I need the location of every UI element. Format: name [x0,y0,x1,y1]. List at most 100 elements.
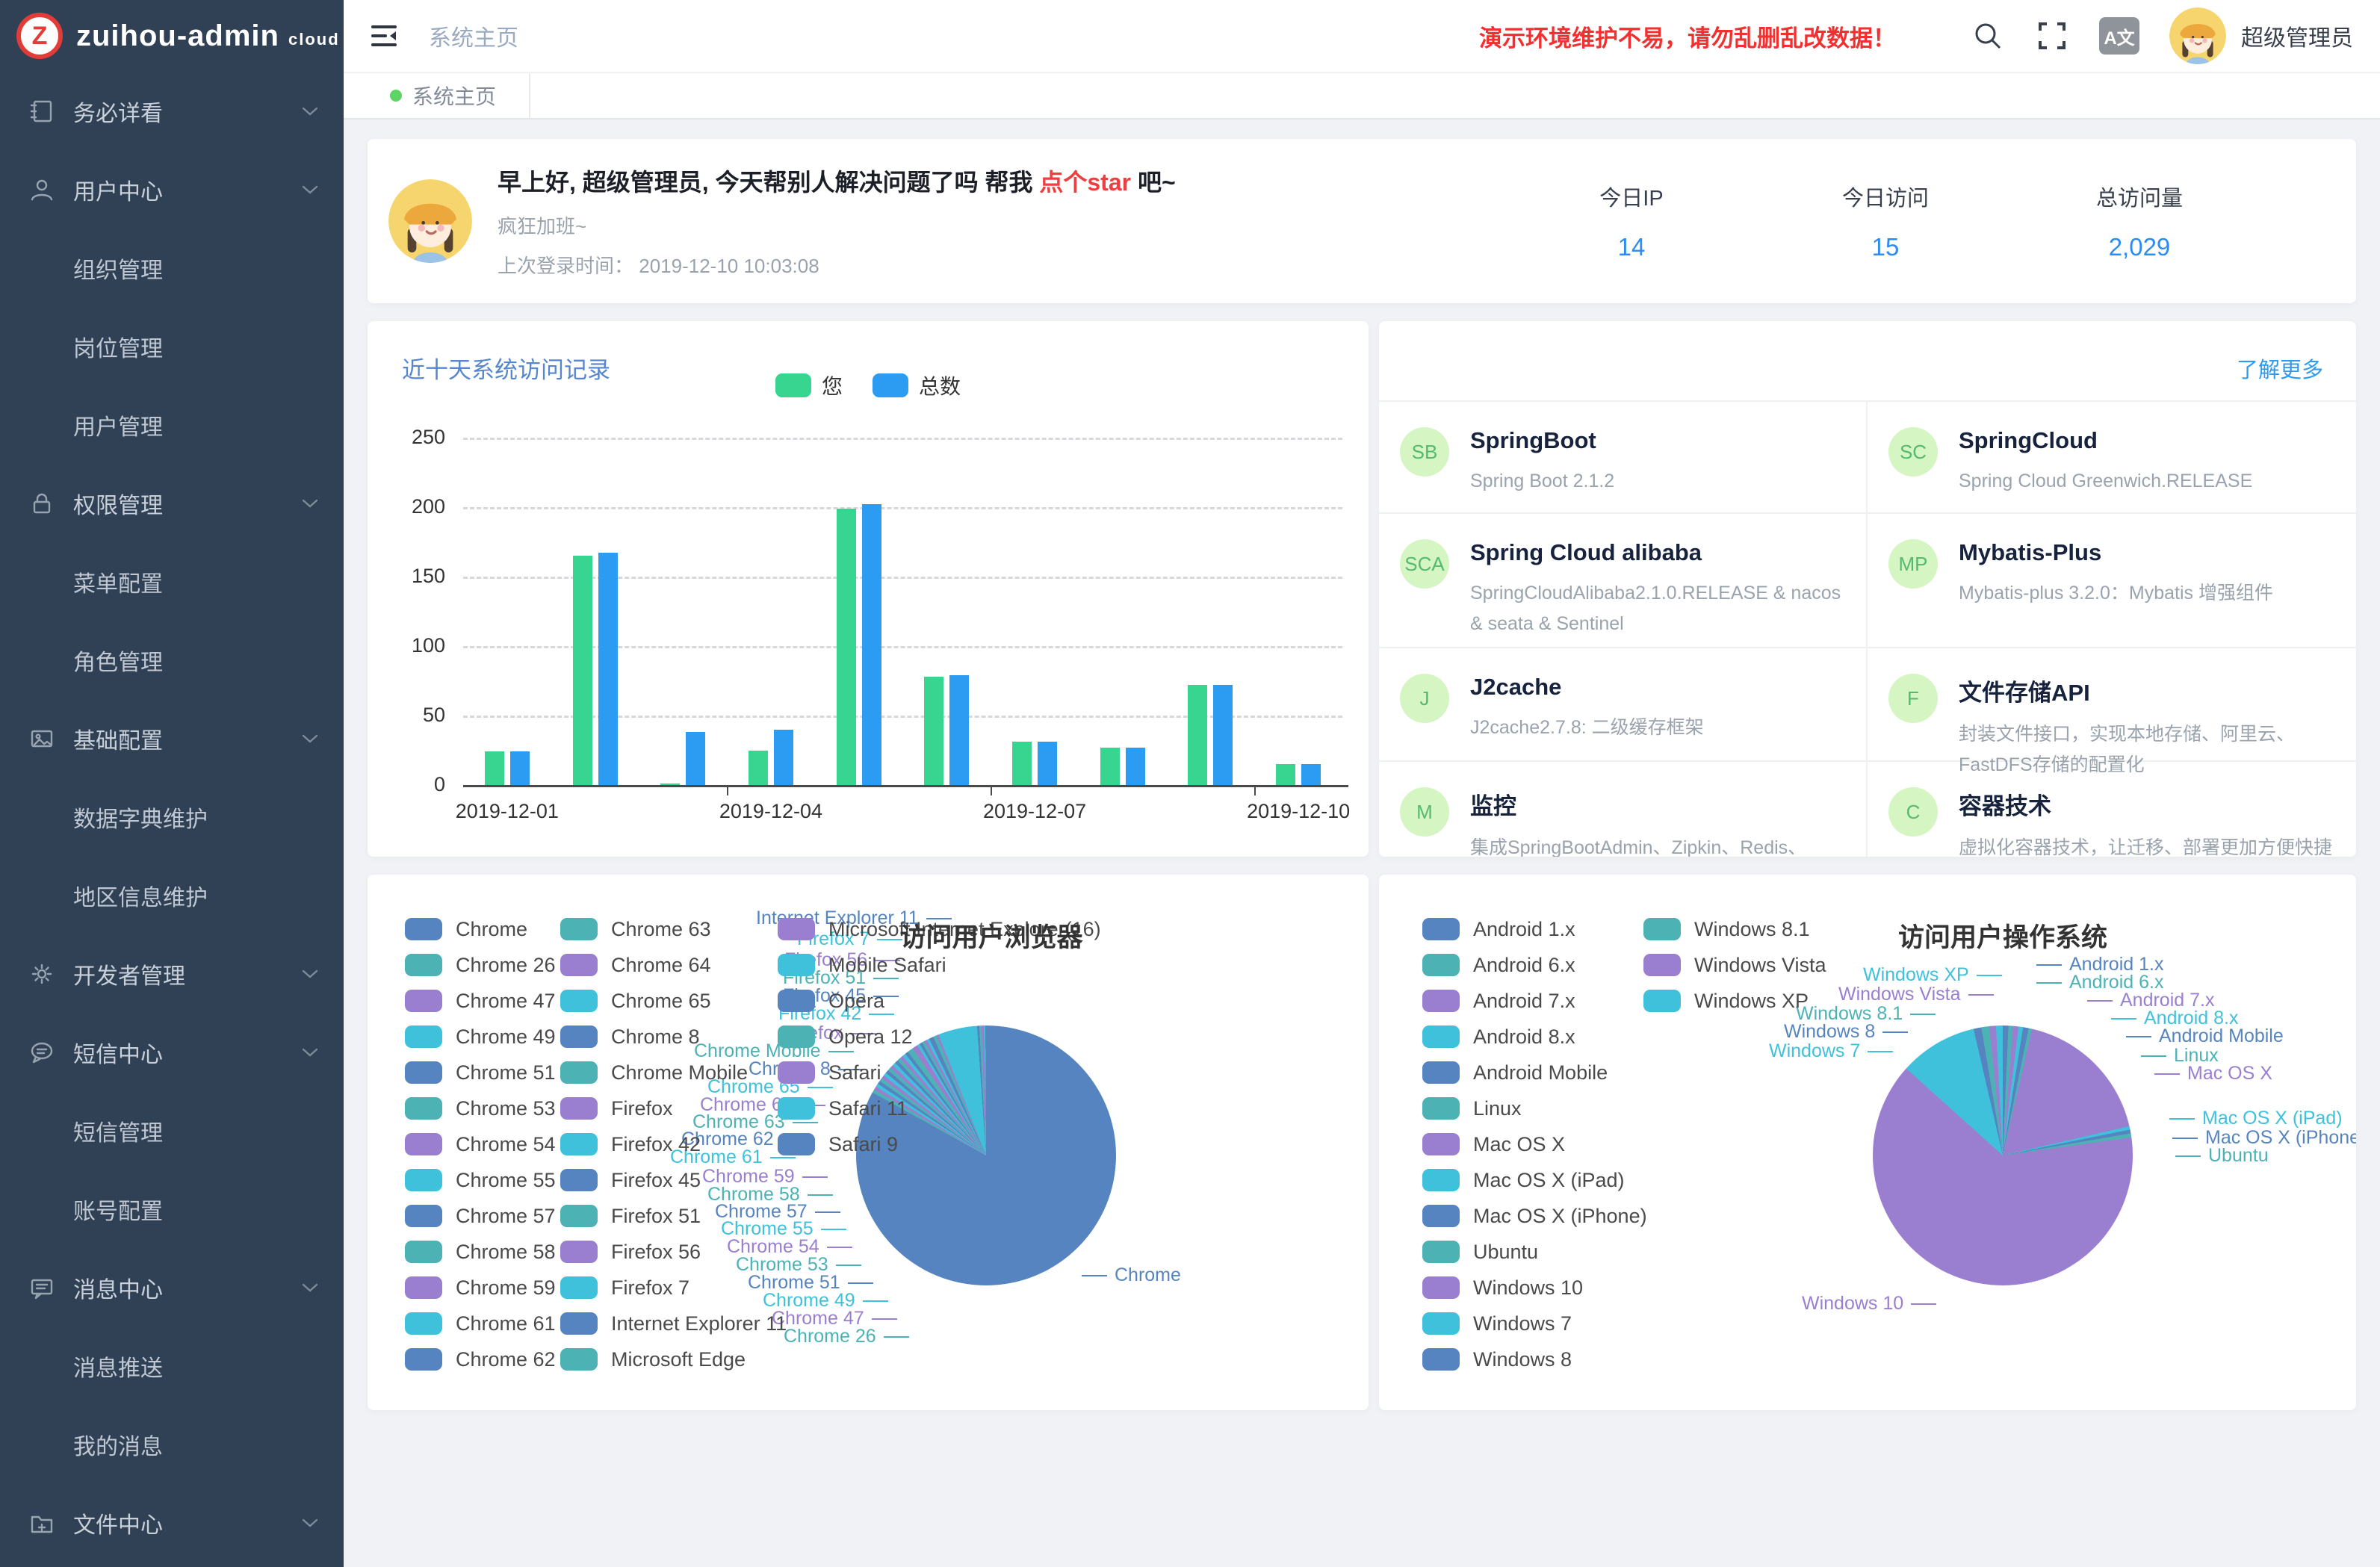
sidebar-subitem-6-0[interactable]: 消息推送 [0,1326,344,1405]
sidebar-item-7[interactable]: 文件中心 [0,1483,344,1562]
sidebar-subitem-5-0[interactable]: 短信管理 [0,1091,344,1170]
legend-item-Chrome 53[interactable]: Chrome 53 [405,1097,556,1120]
legend-item-Android 7.x[interactable]: Android 7.x [1422,990,1575,1012]
legend-item-Chrome 51[interactable]: Chrome 51 [405,1061,556,1084]
legend-item-Chrome 55[interactable]: Chrome 55 [405,1169,556,1191]
legend-item-Chrome 54[interactable]: Chrome 54 [405,1133,556,1155]
tech-card-5: F文件存储API封装文件接口，实现本地存储、阿里云、FastDFS存储的配置化 [1868,648,2356,762]
search-icon[interactable] [1971,19,2005,53]
y-axis-tick-label: 0 [378,773,445,796]
legend-item-Safari[interactable]: Safari [778,1061,881,1084]
legend-swatch [1422,918,1460,940]
legend-item-Chrome 62[interactable]: Chrome 62 [405,1348,556,1371]
legend-swatch [778,990,815,1012]
legend-item-Internet Explorer 11[interactable]: Internet Explorer 11 [560,1312,787,1335]
y-axis-tick-label: 150 [378,565,445,588]
sidebar-item-5[interactable]: 短信中心 [0,1013,344,1091]
legend-item-Mac OS X (iPad)[interactable]: Mac OS X (iPad) [1422,1169,1625,1191]
username[interactable]: 超级管理员 [2241,19,2353,52]
legend-item-Safari 9[interactable]: Safari 9 [778,1133,898,1155]
sidebar-item-2[interactable]: 权限管理 [0,464,344,542]
legend-item-Safari 11[interactable]: Safari 11 [778,1097,908,1120]
legend-item-Linux[interactable]: Linux [1422,1097,1522,1120]
bar-您-2019-12-07 [1012,742,1032,785]
legend-item-Chrome Mobile[interactable]: Chrome Mobile [560,1061,748,1084]
legend-item-Chrome 59[interactable]: Chrome 59 [405,1276,556,1299]
legend-item-Chrome[interactable]: Chrome [405,918,527,940]
legend-item-Chrome 57[interactable]: Chrome 57 [405,1205,556,1227]
legend-item-Firefox 51[interactable]: Firefox 51 [560,1205,701,1227]
last-login: 上次登录时间： 2019-12-10 10:03:08 [498,251,1176,279]
legend-item-Ubuntu[interactable]: Ubuntu [1422,1241,1538,1263]
legend-item-Android 1.x[interactable]: Android 1.x [1422,918,1575,940]
legend-item-Chrome 47[interactable]: Chrome 47 [405,990,556,1012]
x-axis-tick-label: 2019-12-10 [1216,800,1369,823]
sidebar-subitem-1-0[interactable]: 组织管理 [0,229,344,307]
fullscreen-icon[interactable] [2035,19,2069,53]
sidebar-subitem-6-1[interactable]: 我的消息 [0,1405,344,1483]
sidebar-item-6[interactable]: 消息中心 [0,1248,344,1326]
legend-item-Firefox[interactable]: Firefox [560,1097,673,1120]
legend-swatch [405,990,442,1012]
legend-item-Windows 8.1[interactable]: Windows 8.1 [1643,918,1810,940]
legend-item-Opera[interactable]: Opera [778,990,884,1012]
legend-item-Firefox 45[interactable]: Firefox 45 [560,1169,701,1191]
sidebar-item-3[interactable]: 基础配置 [0,699,344,778]
legend-item-Android 8.x[interactable]: Android 8.x [1422,1025,1575,1048]
legend-item-Chrome 63[interactable]: Chrome 63 [560,918,711,940]
legend-swatch [405,1169,442,1191]
legend-swatch [560,1241,598,1263]
legend-item-Opera 12[interactable]: Opera 12 [778,1025,913,1048]
legend-item-Chrome 64[interactable]: Chrome 64 [560,954,711,976]
chevron-down-icon [302,106,318,117]
sidebar-subitem-3-0[interactable]: 数据字典维护 [0,778,344,856]
legend-item-Mac OS X (iPhone)[interactable]: Mac OS X (iPhone) [1422,1205,1647,1227]
tech-title: Mybatis-Plus [1959,539,2273,566]
legend-item-Chrome 49[interactable]: Chrome 49 [405,1025,556,1048]
sidebar-item-1[interactable]: 用户中心 [0,150,344,229]
avatar[interactable] [2169,7,2226,64]
tech-grid: SBSpringBootSpring Boot 2.1.2SCSpringClo… [1379,400,2356,857]
legend-item-Android 6.x[interactable]: Android 6.x [1422,954,1575,976]
legend-item-Chrome 8[interactable]: Chrome 8 [560,1025,700,1048]
legend-label: Mac OS X (iPad) [1473,1169,1625,1192]
sidebar-subitem-1-2[interactable]: 用户管理 [0,385,344,464]
legend-item-Microsoft Edge[interactable]: Microsoft Edge [560,1348,746,1371]
legend-item-Windows Vista[interactable]: Windows Vista [1643,954,1826,976]
star-link[interactable]: 点个star [1039,169,1131,196]
breadcrumb[interactable]: 系统主页 [429,19,518,52]
legend-item-Chrome 58[interactable]: Chrome 58 [405,1241,556,1263]
legend-label: Chrome 49 [456,1025,556,1049]
legend-item-Mac OS X[interactable]: Mac OS X [1422,1133,1565,1155]
legend-item-Windows 10[interactable]: Windows 10 [1422,1276,1583,1299]
language-icon[interactable]: A文 [2099,17,2139,55]
legend-item-Windows XP[interactable]: Windows XP [1643,990,1809,1012]
legend-item-Chrome 65[interactable]: Chrome 65 [560,990,711,1012]
tab-system-home[interactable]: 系统主页 [357,73,530,118]
legend-item-Firefox 7[interactable]: Firefox 7 [560,1276,689,1299]
sidebar-subitem-2-0[interactable]: 菜单配置 [0,542,344,621]
sidebar-subitem-3-1[interactable]: 地区信息维护 [0,856,344,934]
legend-item-Firefox 56[interactable]: Firefox 56 [560,1241,701,1263]
sidebar-subitem-5-1[interactable]: 账号配置 [0,1170,344,1248]
sidebar-subitem-2-1[interactable]: 角色管理 [0,621,344,699]
legend-item-Firefox 42[interactable]: Firefox 42 [560,1133,701,1155]
sidebar-item-4[interactable]: 开发者管理 [0,934,344,1013]
legend-item-Chrome 26[interactable]: Chrome 26 [405,954,556,976]
sidebar: Z zuihou-admin cloud 务必详看用户中心组织管理岗位管理用户管… [0,0,344,1567]
legend-item-Mobile Safari[interactable]: Mobile Safari [778,954,946,976]
legend-item-Chrome 61[interactable]: Chrome 61 [405,1312,556,1335]
legend-label: Android 8.x [1473,1025,1575,1049]
sidebar-item-0[interactable]: 务必详看 [0,72,344,150]
legend-item-Windows 7[interactable]: Windows 7 [1422,1312,1572,1335]
tech-stack-card: 了解更多 SBSpringBootSpring Boot 2.1.2SCSpri… [1379,321,2356,857]
legend-item-Android Mobile[interactable]: Android Mobile [1422,1061,1608,1084]
logo[interactable]: Z zuihou-admin cloud [0,0,344,72]
gridline [463,507,1342,509]
legend-item-Windows 8[interactable]: Windows 8 [1422,1348,1572,1371]
menu-fold-icon[interactable] [369,21,399,51]
learn-more-link[interactable]: 了解更多 [2237,353,2323,384]
sidebar-subitem-1-1[interactable]: 岗位管理 [0,307,344,385]
pie-title: 访问用户浏览器 [899,916,1082,955]
bar-总数-2019-12-10 [1301,764,1321,785]
